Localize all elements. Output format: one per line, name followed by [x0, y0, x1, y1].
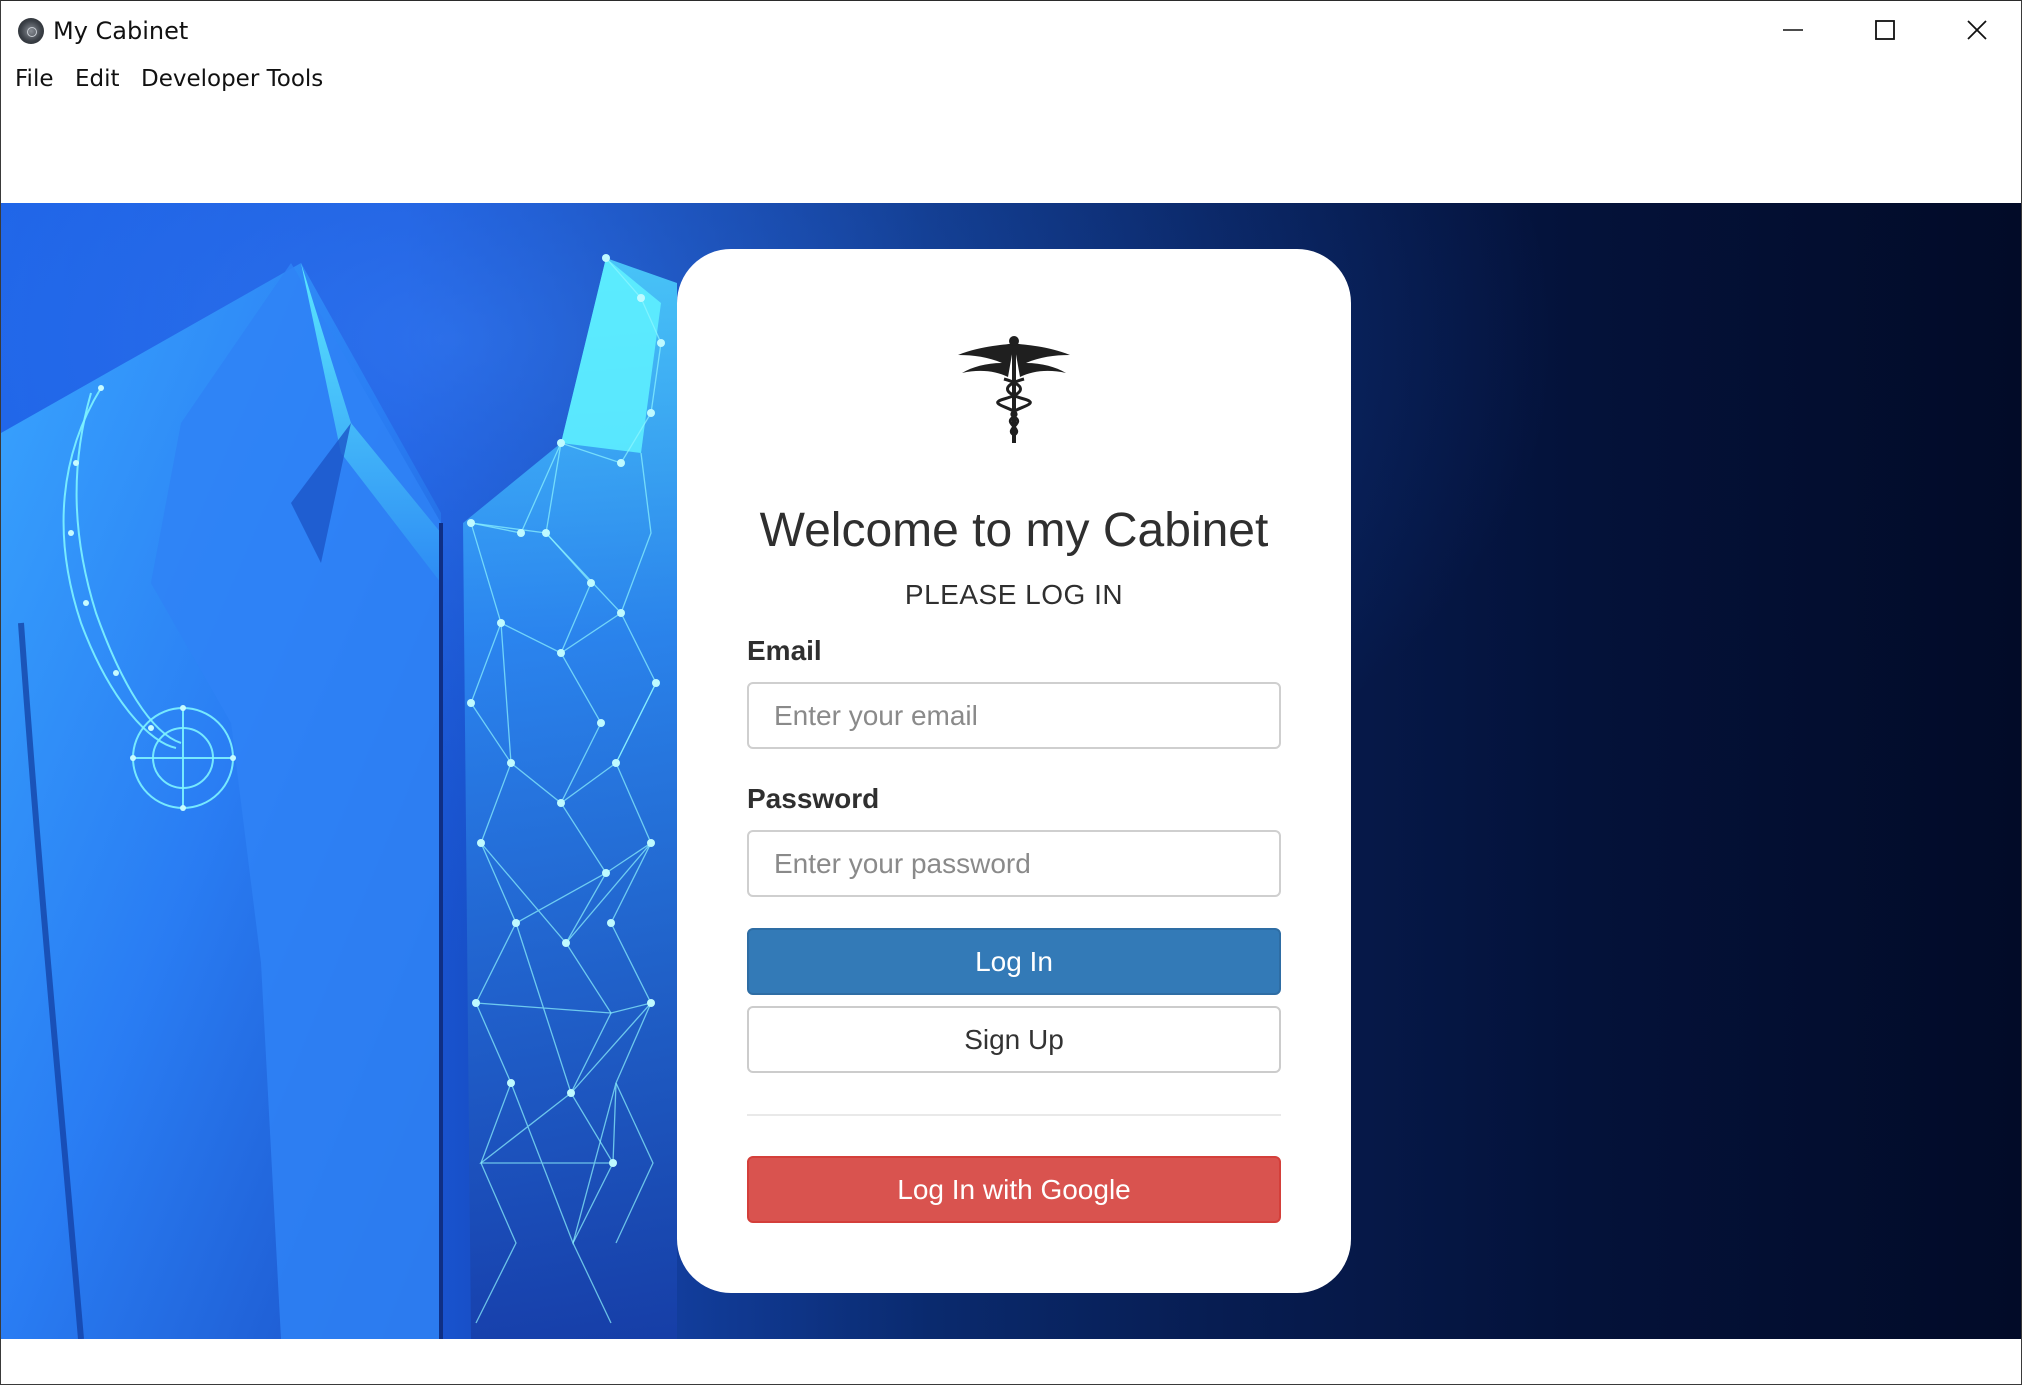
login-button[interactable]: Log In	[747, 928, 1281, 995]
email-field[interactable]	[747, 682, 1281, 749]
divider	[747, 1114, 1281, 1116]
close-button[interactable]	[1931, 1, 2021, 59]
password-label: Password	[747, 783, 880, 814]
window-title: My Cabinet	[53, 17, 189, 45]
app-icon	[18, 18, 44, 44]
minimize-icon	[1783, 29, 1803, 31]
signup-button[interactable]: Sign Up	[747, 1006, 1281, 1073]
email-label: Email	[747, 635, 822, 666]
maximize-icon	[1875, 20, 1895, 40]
menu-developer-tools[interactable]: Developer Tools	[141, 64, 323, 94]
maximize-button[interactable]	[1839, 1, 1931, 59]
password-field[interactable]	[747, 830, 1281, 897]
app-window: My Cabinet File Edit Developer Tools Wel…	[0, 0, 2022, 1385]
google-login-button[interactable]: Log In with Google	[747, 1156, 1281, 1223]
menu-edit[interactable]: Edit	[75, 64, 120, 94]
welcome-heading: Welcome to my Cabinet	[759, 504, 1269, 557]
menu-file[interactable]: File	[15, 64, 54, 94]
minimize-button[interactable]	[1747, 1, 1839, 59]
caduceus-icon	[958, 336, 1070, 443]
login-subheading: PLEASE LOG IN	[904, 579, 1124, 610]
menu-bar: File Edit Developer Tools	[1, 59, 2021, 99]
close-icon	[1967, 20, 1987, 40]
title-bar[interactable]: My Cabinet	[1, 1, 2021, 59]
